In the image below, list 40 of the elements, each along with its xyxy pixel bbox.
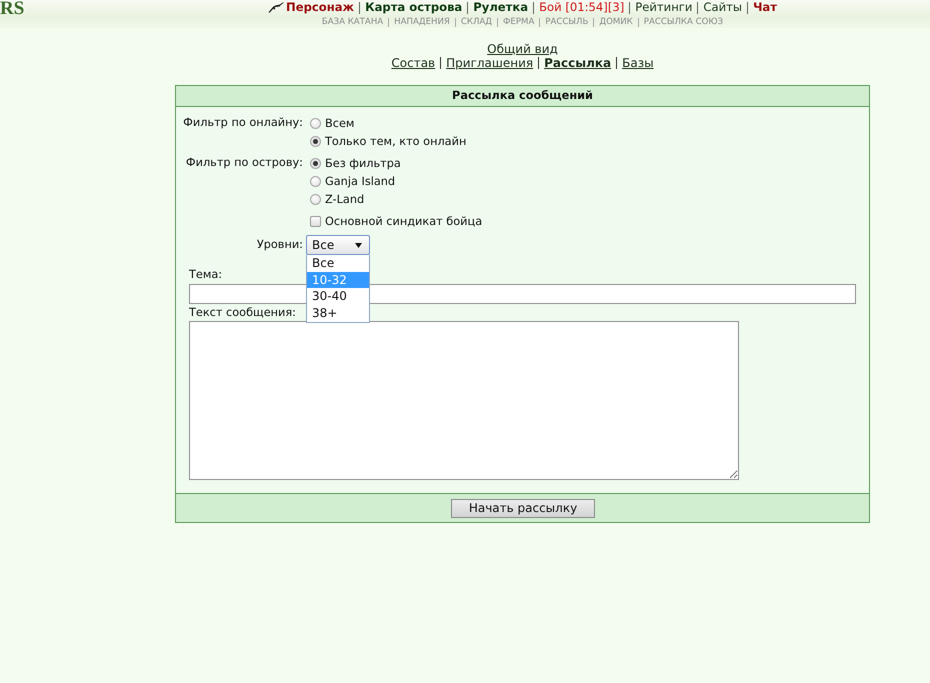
nav-link[interactable]: Чат xyxy=(753,0,777,15)
nav-link[interactable]: Рейтинги xyxy=(635,0,692,15)
dropdown-option[interactable]: 30-40 xyxy=(307,288,369,304)
nav-link[interactable]: Карта острова xyxy=(365,0,462,15)
filter-label: Фильтр по острову: xyxy=(186,156,303,169)
levels-select[interactable]: Все xyxy=(306,235,370,255)
radio-button[interactable] xyxy=(310,176,321,186)
radio-button[interactable] xyxy=(310,136,321,146)
rifle-icon xyxy=(268,2,284,13)
radio-button[interactable] xyxy=(310,158,321,168)
caret-icon xyxy=(355,242,362,248)
radio-label[interactable]: Ganja Island xyxy=(325,174,396,188)
radio-label[interactable]: Только тем, кто онлайн xyxy=(325,134,466,148)
radio-button[interactable] xyxy=(310,118,321,128)
nav-link[interactable]: Сайты xyxy=(703,0,742,15)
nav-link[interactable]: Рулетка xyxy=(473,0,528,15)
section-tab[interactable]: Рассылка xyxy=(544,56,612,70)
nav-link[interactable]: Бой [01:54][3] xyxy=(539,0,624,15)
message-field[interactable] xyxy=(189,321,739,480)
dropdown-option[interactable]: 38+ xyxy=(307,304,369,321)
radio-button[interactable] xyxy=(310,194,321,204)
logo-text[interactable]: RS xyxy=(0,0,24,17)
checkbox-label[interactable]: Основной синдикат бойца xyxy=(325,214,482,228)
section-tab[interactable]: Приглашения xyxy=(446,56,534,70)
subject-label: Тема: xyxy=(189,268,222,282)
panel-header: Рассылка сообщений xyxy=(176,86,869,107)
message-label: Текст сообщения: xyxy=(189,306,296,320)
dropdown-option[interactable]: Все xyxy=(307,255,369,272)
submit-button[interactable]: Начать рассылку xyxy=(451,498,595,518)
radio-label[interactable]: Z-Land xyxy=(325,192,364,206)
radio-label[interactable]: Всем xyxy=(325,116,354,130)
subject-field[interactable] xyxy=(189,284,856,304)
nav-link[interactable]: Персонаж xyxy=(286,0,354,15)
filter-label: Фильтр по онлайну: xyxy=(183,116,303,129)
levels-label: Уровни: xyxy=(256,238,303,251)
overview-link[interactable]: Общий вид xyxy=(487,42,558,56)
section-tab[interactable]: Состав xyxy=(391,56,436,70)
section-tab[interactable]: Базы xyxy=(622,56,654,70)
radio-label[interactable]: Без фильтра xyxy=(325,156,401,170)
checkbox[interactable] xyxy=(310,216,321,226)
